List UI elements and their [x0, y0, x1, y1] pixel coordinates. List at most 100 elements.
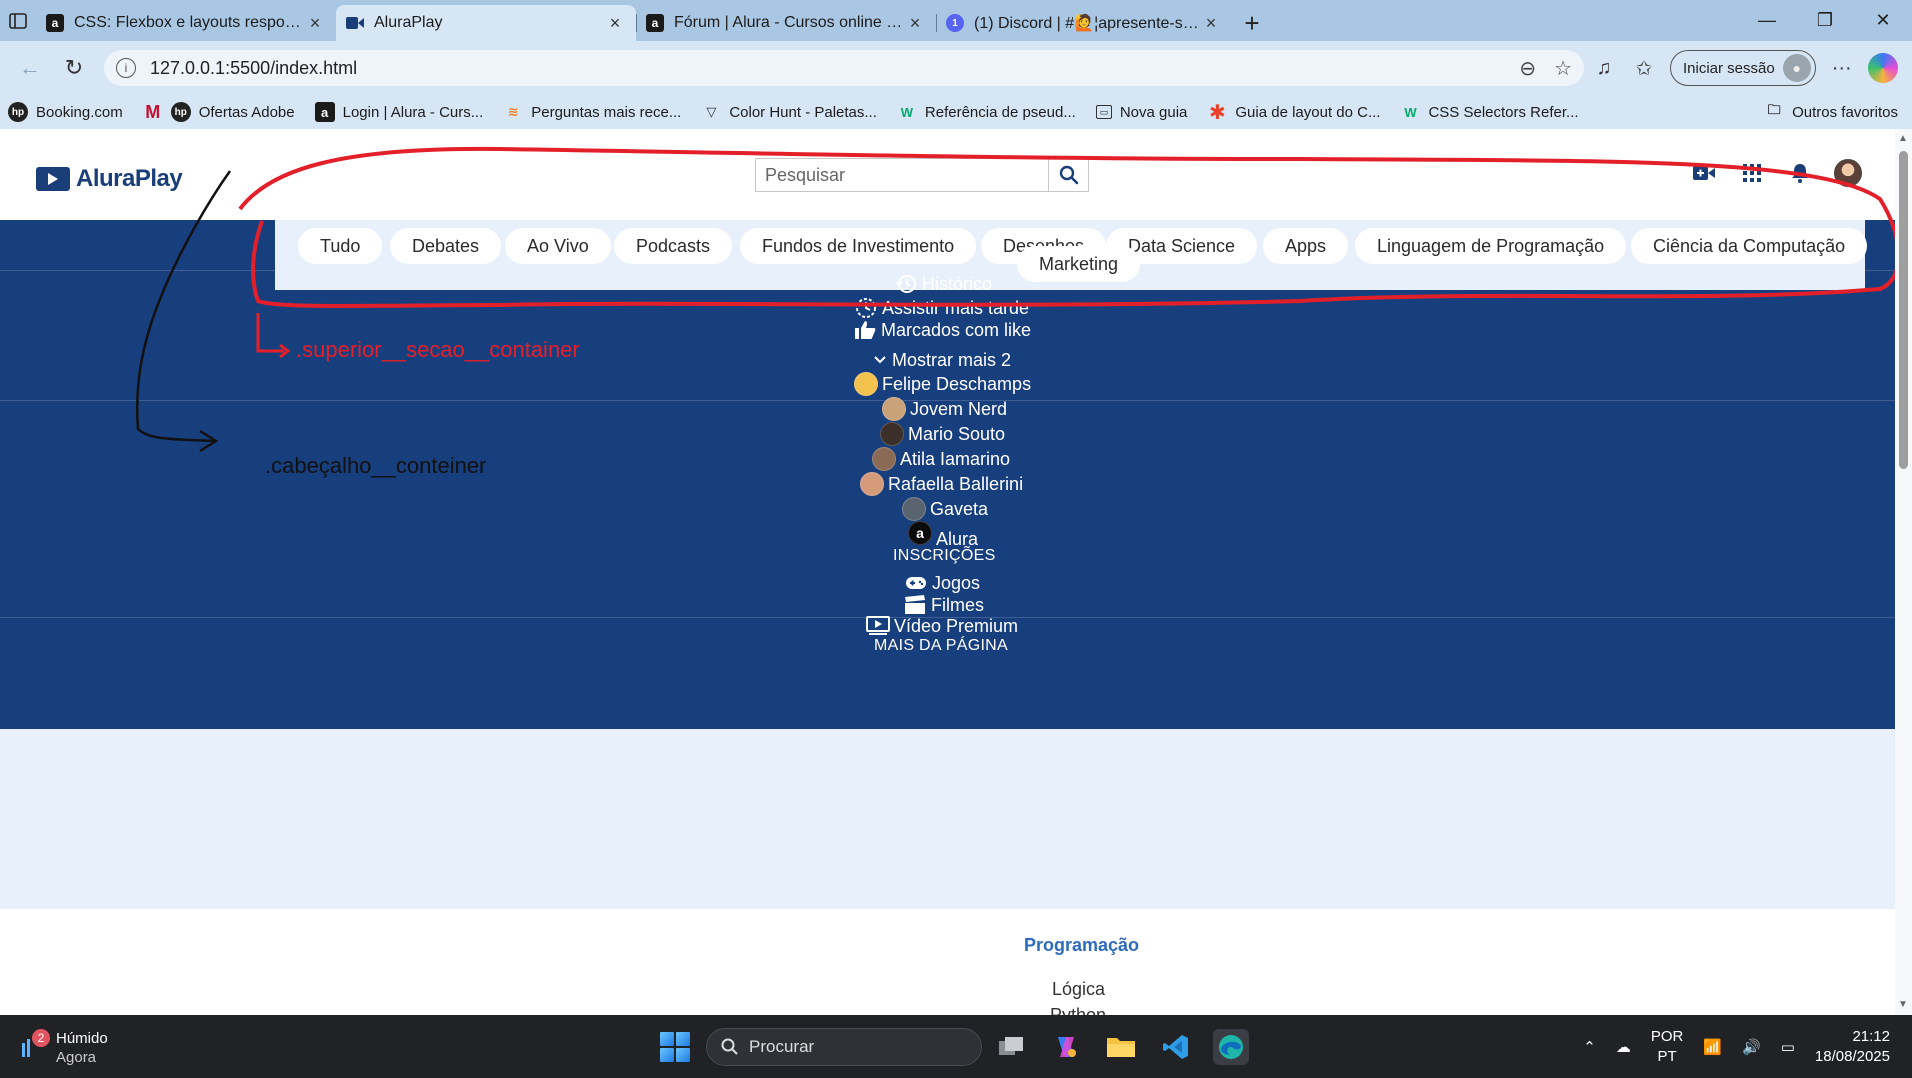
subscription-item[interactable]: Gaveta: [902, 497, 988, 521]
bookmark-login-alura[interactable]: a Login | Alura - Curs...: [314, 102, 483, 122]
create-video-icon[interactable]: [1680, 165, 1728, 181]
menu-item-filmes[interactable]: Filmes: [903, 594, 984, 616]
edge-browser-icon[interactable]: [1213, 1029, 1249, 1065]
bookmark-referencia[interactable]: W Referência de pseud...: [897, 102, 1076, 122]
wifi-icon[interactable]: 📶: [1703, 1038, 1722, 1056]
bookmark-label: Referência de pseud...: [924, 103, 1076, 121]
subscription-item[interactable]: a Alura: [908, 521, 978, 549]
category-chip[interactable]: Podcasts: [614, 228, 733, 264]
category-chip[interactable]: Linguagem de Programação: [1355, 228, 1627, 264]
close-icon[interactable]: ×: [904, 13, 926, 34]
menu-item-video-premium[interactable]: Vídeo Premium: [866, 615, 1018, 637]
copilot-app-icon[interactable]: [1048, 1029, 1084, 1065]
page-scrollbar[interactable]: ▲ ▼: [1895, 129, 1912, 1015]
bookmark-guia-layout[interactable]: ✱ Guia de layout do C...: [1207, 102, 1380, 124]
category-chip[interactable]: Marketing: [1017, 246, 1141, 282]
menu-item-assistir-mais-tarde[interactable]: Assistir mais tarde: [854, 297, 1029, 319]
scroll-thumb[interactable]: [1899, 151, 1908, 469]
windows-start-icon[interactable]: [660, 1032, 690, 1062]
lang-top: POR: [1650, 1027, 1684, 1045]
search-input[interactable]: [755, 158, 1048, 192]
subscription-item[interactable]: Mario Souto: [880, 422, 1005, 446]
signin-button[interactable]: Iniciar sessão ●: [1670, 50, 1816, 86]
category-chip[interactable]: Apps: [1263, 228, 1349, 264]
aluraplay-logo[interactable]: AluraPlay: [36, 165, 183, 193]
alura-a-icon: a: [646, 14, 664, 32]
scroll-down-icon[interactable]: ▼: [1898, 999, 1908, 1010]
menu-item-historico[interactable]: Histórico: [894, 273, 992, 295]
subscription-item[interactable]: Rafaella Ballerini: [860, 472, 1023, 496]
scroll-up-icon[interactable]: ▲: [1898, 133, 1908, 144]
file-explorer-icon[interactable]: [1103, 1029, 1139, 1065]
menu-item-marcados-com-like[interactable]: Marcados com like: [853, 319, 1031, 341]
restore-icon[interactable]: ❐: [1796, 0, 1854, 41]
category-chip[interactable]: Ciência da Computação: [1631, 228, 1868, 264]
clock[interactable]: 21:12 18/08/2025: [1815, 1027, 1890, 1067]
aluraplay-icon: [346, 14, 364, 32]
close-icon[interactable]: ×: [1200, 13, 1222, 34]
subscription-item[interactable]: Felipe Deschamps: [854, 372, 1031, 396]
show-more-button[interactable]: Mostrar mais 2: [872, 349, 1011, 371]
close-window-icon[interactable]: ✕: [1854, 0, 1912, 41]
menu-item-jogos[interactable]: Jogos: [904, 572, 980, 594]
apps-grid-icon[interactable]: [1728, 164, 1776, 182]
tab-css-flexbox[interactable]: a CSS: Flexbox e layouts responsivo ×: [36, 5, 336, 41]
bell-icon[interactable]: [1776, 163, 1824, 183]
subscription-item[interactable]: Jovem Nerd: [882, 397, 1007, 421]
bookmark-nova-guia[interactable]: ▭ Nova guia: [1095, 104, 1187, 121]
clock-time: 21:12: [1852, 1027, 1890, 1045]
bookmark-css-selectors[interactable]: W CSS Selectors Refer...: [1400, 102, 1578, 122]
tab-strip: a CSS: Flexbox e layouts responsivo × Al…: [0, 0, 1912, 41]
tab-title: (1) Discord | #🙋¦apresente-se | A: [974, 15, 1200, 32]
task-view-icon[interactable]: [993, 1029, 1029, 1065]
tab-discord[interactable]: 1 (1) Discord | #🙋¦apresente-se | A ×: [936, 5, 1232, 41]
subscription-item[interactable]: Atila Iamarino: [872, 447, 1010, 471]
user-avatar[interactable]: [1824, 159, 1872, 187]
footer-link[interactable]: Lógica: [1052, 979, 1105, 1000]
back-button[interactable]: ←: [8, 48, 52, 88]
taskbar-search[interactable]: Procurar: [706, 1028, 982, 1066]
site-info-icon[interactable]: i: [116, 58, 136, 78]
read-aloud-icon[interactable]: ♫: [1584, 57, 1624, 80]
tab-title: Fórum | Alura - Cursos online de t: [674, 14, 904, 31]
minimize-icon[interactable]: —: [1738, 0, 1796, 41]
bookmark-ofertas-adobe[interactable]: M hp Ofertas Adobe: [143, 102, 295, 122]
copilot-icon[interactable]: [1867, 53, 1898, 83]
new-tab-button[interactable]: +: [1232, 5, 1272, 41]
bookmark-booking[interactable]: hp Booking.com: [8, 102, 123, 122]
star-icon[interactable]: ☆: [1554, 56, 1572, 81]
menu-item-label: Marcados com like: [881, 319, 1032, 340]
omnibox[interactable]: i 127.0.0.1:5500/index.html ⊖ ☆: [104, 50, 1584, 86]
chevron-up-icon[interactable]: ⌃: [1583, 1038, 1596, 1056]
url-text[interactable]: 127.0.0.1:5500/index.html: [150, 58, 1501, 79]
language-indicator[interactable]: POR PT: [1651, 1027, 1684, 1067]
bookmark-color-hunt[interactable]: ▽ Color Hunt - Paletas...: [701, 102, 877, 122]
onedrive-icon[interactable]: ☁: [1616, 1038, 1631, 1056]
search-button[interactable]: [1048, 158, 1089, 192]
tab-aluraplay[interactable]: AluraPlay ×: [336, 5, 636, 41]
vscode-icon[interactable]: [1158, 1029, 1194, 1065]
tab-actions-icon[interactable]: [0, 0, 36, 41]
bookmark-perguntas[interactable]: ≋ Perguntas mais rece...: [503, 102, 682, 122]
favorites-icon[interactable]: ✩: [1624, 56, 1664, 81]
more-menu-icon[interactable]: ···: [1822, 57, 1862, 80]
footer-link[interactable]: Python: [1050, 1005, 1106, 1015]
category-chip[interactable]: Fundos de Investimento: [740, 228, 977, 264]
video-premium-icon: [866, 615, 890, 637]
category-chip[interactable]: Debates: [390, 228, 502, 264]
battery-icon[interactable]: ▭: [1781, 1038, 1795, 1056]
bookmarks-bar: hp Booking.com M hp Ofertas Adobe a Logi…: [0, 95, 1912, 129]
weather-widget[interactable]: 2 Húmido Agora: [16, 1029, 108, 1067]
volume-icon[interactable]: 🔊: [1742, 1038, 1761, 1056]
close-icon[interactable]: ×: [604, 13, 626, 34]
reload-button[interactable]: ↻: [52, 48, 96, 88]
close-icon[interactable]: ×: [304, 13, 326, 34]
category-chip[interactable]: Tudo: [298, 228, 383, 264]
bookmark-label: Booking.com: [36, 103, 123, 121]
zoom-out-icon[interactable]: ⊖: [1519, 56, 1536, 81]
address-bar: ← ↻ i 127.0.0.1:5500/index.html ⊖ ☆ ♫ ✩ …: [0, 41, 1912, 95]
tab-forum-alura[interactable]: a Fórum | Alura - Cursos online de t ×: [636, 5, 936, 41]
category-chip[interactable]: Ao Vivo: [505, 228, 611, 264]
other-favorites-folder[interactable]: 🗀 Outros favoritos: [1764, 102, 1898, 122]
weather-sub: Agora: [56, 1049, 97, 1066]
